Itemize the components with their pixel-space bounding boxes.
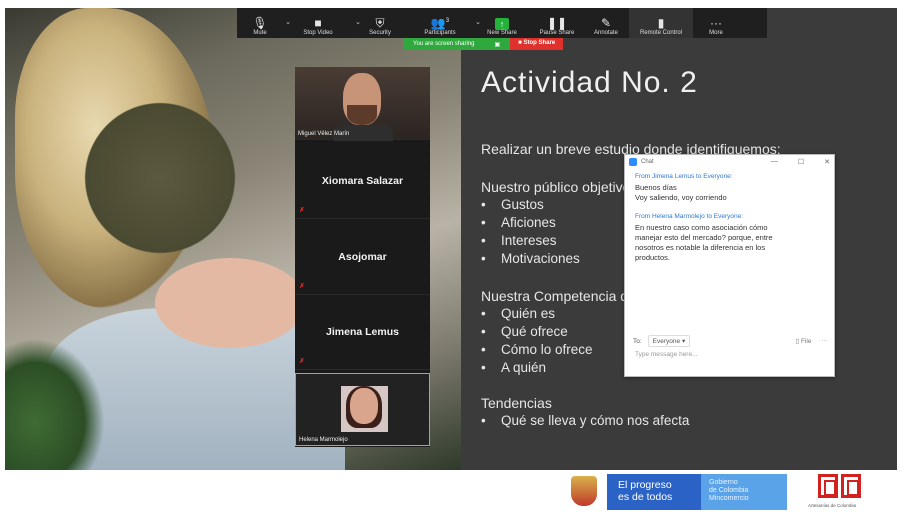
screen: Actividad No. 2 Realizar un breve estudi… xyxy=(0,0,904,512)
colombia-coat-of-arms-icon xyxy=(571,476,597,506)
participant-tile[interactable]: Miguel Vélez Marín xyxy=(295,67,430,141)
pen-icon: ✎ xyxy=(600,16,612,30)
chat-message-text: manejar esto del mercado? porque, entre xyxy=(635,233,773,242)
annotate-button[interactable]: ✎ Annotate xyxy=(583,8,629,38)
chat-message-text: Voy saliendo, voy corriendo xyxy=(635,193,727,202)
maximize-icon[interactable]: ☐ xyxy=(798,158,804,166)
recipient-dropdown[interactable]: Everyone ▾ xyxy=(647,335,691,347)
ellipsis-icon: ··· xyxy=(710,16,722,30)
slide-bullet: • Motivaciones xyxy=(481,251,580,266)
chat-message-input[interactable]: Type message here... xyxy=(635,351,698,358)
file-icon: ▯ xyxy=(795,338,800,345)
remote-control-button[interactable]: ▮ Remote Control xyxy=(629,8,693,38)
chat-message-sender: From Helena Marmolejo to Everyone: xyxy=(635,213,744,220)
artesanias-logo xyxy=(818,474,862,504)
participant-tile[interactable]: Asojomar ✗ xyxy=(295,222,430,295)
share-screen-icon: ↑ xyxy=(495,18,509,30)
chat-recipient-row: To: Everyone ▾ ▯ File ··· xyxy=(633,335,828,347)
zoom-logo-icon xyxy=(629,158,637,166)
stop-video-button[interactable]: ■ Stop Video ⌄ xyxy=(283,8,361,38)
chat-message-text: En nuestro caso como asociación cómo xyxy=(635,223,768,232)
slide-section-audience: Nuestro público objetivo xyxy=(481,179,631,195)
shield-icon: ⛨ xyxy=(375,16,385,30)
participant-tile-active-speaker[interactable]: Helena Marmolejo xyxy=(295,373,430,446)
artesanias-caption: Artesanías de Colombia xyxy=(808,503,857,508)
stop-share-button[interactable]: ■ Stop Share xyxy=(510,38,564,50)
more-button[interactable]: ··· More xyxy=(693,8,739,38)
mouse-icon: ▮ xyxy=(657,16,665,30)
muted-mic-icon: ✗ xyxy=(299,207,305,214)
slide-bullet: • Aficiones xyxy=(481,215,556,230)
minimize-icon[interactable]: — xyxy=(771,158,778,166)
slide-title: Actividad No. 2 xyxy=(481,66,698,99)
security-button[interactable]: ⛨ Security xyxy=(353,8,407,38)
slide-bullet: • Qué se lleva y cómo nos afecta xyxy=(481,413,690,428)
chat-titlebar[interactable]: Chat — ☐ ✕ xyxy=(625,155,834,169)
slide-section-trends: Tendencias xyxy=(481,395,552,411)
footer-branding: El progreso es de todos Gobierno de Colo… xyxy=(0,470,904,512)
chat-message-text: nosotros es notable la diferencia en los xyxy=(635,243,766,252)
slide-bullet: • Gustos xyxy=(481,197,544,212)
meeting-toolbar: 🎙 Mute ⌄ ■ Stop Video ⌄ ⛨ Security 👥3 Pa… xyxy=(237,8,767,38)
mute-button[interactable]: 🎙 Mute ⌄ xyxy=(237,8,291,38)
new-share-button[interactable]: ↑ New Share xyxy=(473,8,531,38)
slide-bullet: • Intereses xyxy=(481,233,557,248)
chat-window: Chat — ☐ ✕ From Jimena Lemus to Everyone… xyxy=(624,154,835,377)
progreso-logo: El progreso es de todos xyxy=(607,474,701,510)
participants-button[interactable]: 👥3 Participants ⌄ xyxy=(407,8,481,38)
participant-tile[interactable]: Jimena Lemus ✗ xyxy=(295,297,430,370)
sharing-indicator: You are screen sharing ▣ xyxy=(403,38,511,50)
slide-section-competition: Nuestra Competencia d xyxy=(481,288,629,304)
chat-message-text: Buenos días xyxy=(635,183,677,192)
close-icon[interactable]: ✕ xyxy=(824,158,830,166)
muted-mic-icon: ✗ xyxy=(299,283,305,290)
participant-gallery: Miguel Vélez Marín Xiomara Salazar ✗ Aso… xyxy=(295,67,430,447)
microphone-icon: 🎙 xyxy=(252,16,268,30)
gobierno-logo: Gobierno de Colombia Mincomercio xyxy=(701,474,787,510)
shield-check-icon: ▣ xyxy=(494,41,501,48)
slide-bullet: • Quién es xyxy=(481,306,556,321)
slide-bullet: • Cómo lo ofrece xyxy=(481,342,593,357)
slide-bullet: • Qué ofrece xyxy=(481,324,568,339)
chat-message-sender: From Jimena Lemus to Everyone: xyxy=(635,173,733,180)
pause-share-button[interactable]: ❚❚ Pause Share xyxy=(531,8,583,38)
sharing-status-bar: You are screen sharing ▣ ■ Stop Share xyxy=(403,38,564,50)
chat-message-text: productos. xyxy=(635,253,671,262)
participant-tile[interactable]: Xiomara Salazar ✗ xyxy=(295,146,430,219)
muted-mic-icon: ✗ xyxy=(299,358,305,365)
more-options-icon[interactable]: ··· xyxy=(822,337,829,345)
slide-bullet: • A quién xyxy=(481,360,547,375)
participants-icon: 👥3 xyxy=(430,16,450,30)
file-button[interactable]: ▯ File xyxy=(796,337,812,345)
video-camera-icon: ■ xyxy=(314,16,322,30)
pause-icon: ❚❚ xyxy=(546,16,568,30)
